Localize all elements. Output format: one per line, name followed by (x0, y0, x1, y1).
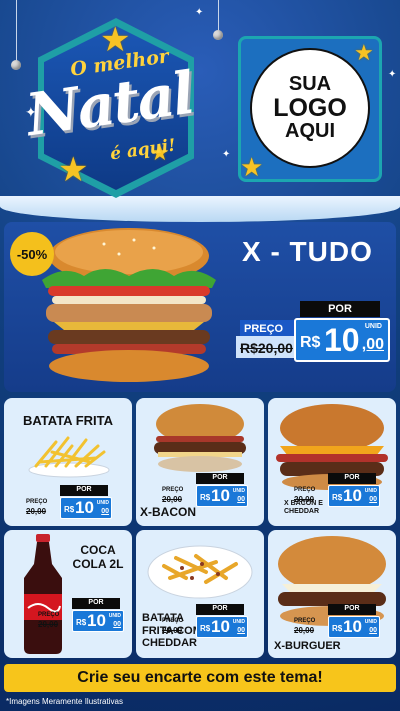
product-unit: UNID (232, 619, 245, 625)
product-price-dec: 00 (369, 496, 377, 503)
product-por-label: POR (196, 604, 244, 615)
product-por-label: POR (60, 485, 108, 496)
product-price: R$ 10 00 UNID (328, 485, 380, 507)
product-currency: R$ (332, 624, 343, 633)
product-currency: R$ (64, 505, 75, 514)
sparkle-icon: ✦ (195, 7, 204, 18)
product-unit: UNID (364, 488, 377, 494)
snow-border (0, 196, 400, 222)
product-preco-label: PREÇO (38, 612, 60, 618)
sparkle-icon: ✦ (222, 149, 231, 160)
logo-text-line3: AQUI (285, 120, 335, 143)
featured-price-int: 10 (324, 322, 360, 358)
product-unit: UNID (108, 613, 121, 619)
product-old-price: 20,00 (162, 495, 183, 504)
product-price-int: 10 (87, 611, 106, 630)
product-currency: R$ (200, 624, 211, 633)
star-icon: ★ (354, 40, 374, 65)
product-currency: R$ (200, 493, 211, 502)
logo-text-line1: SUA (288, 72, 332, 95)
featured-old-price: R$20,00 (240, 340, 293, 356)
product-price-dec: 00 (101, 508, 109, 515)
star-icon: ★ (58, 151, 89, 189)
cta-banner[interactable]: Crie seu encarte com este tema! (4, 664, 396, 692)
product-old-price: 20,00 (294, 495, 315, 504)
disclaimer: *Imagens Meramente Ilustrativas (6, 697, 123, 706)
featured-currency: R$ (300, 334, 321, 351)
product-old-price: 20,00 (38, 620, 59, 629)
logo-text-line2: LOGO (273, 93, 347, 122)
product-name: BATATA FRITA (22, 413, 113, 428)
product-name: X-BURGUER (274, 640, 341, 652)
product-price: R$ 10 00 UNID (328, 616, 380, 638)
ornament-string (16, 0, 17, 62)
product-price-int: 10 (343, 486, 362, 505)
product-name: X-BACON (140, 505, 196, 519)
featured-product-name: X - TUDO (242, 236, 373, 267)
product-unit: UNID (96, 500, 109, 506)
product-price-int: 10 (343, 617, 362, 636)
product-por-label: POR (328, 604, 376, 615)
product-preco-label: PREÇO (26, 499, 48, 505)
featured-unit: UNID (364, 323, 382, 330)
product-price-int: 10 (75, 498, 94, 517)
featured-price-dec: ,00 (361, 336, 384, 353)
fries-image (28, 436, 110, 478)
star-icon: ★ (240, 152, 264, 182)
ornament-string (218, 0, 219, 32)
coca-cola-bottle-image (24, 534, 62, 654)
product-preco-label: PREÇO (162, 618, 184, 624)
product-preco-label: PREÇO (294, 487, 316, 493)
product-unit: UNID (364, 619, 377, 625)
product-currency: R$ (332, 493, 343, 502)
flyer: ✦ ✦ ✦ ✦ ★ ★ ★ O melhor Natal é aqui! SUA… (0, 0, 400, 711)
sparkle-icon: ✦ (388, 69, 397, 80)
product-preco-label: PREÇO (294, 618, 316, 624)
fries-cheddar-image (147, 545, 253, 599)
product-price-int: 10 (211, 486, 230, 505)
product-old-price: 20,00 (162, 626, 183, 635)
product-price: R$ 10 00 UNID (196, 616, 248, 638)
product-price-int: 10 (211, 617, 230, 636)
discount-badge: -50% (10, 232, 54, 276)
product-price-dec: 00 (237, 496, 245, 503)
product-old-price: 20,00 (294, 626, 315, 635)
product-por-label: POR (196, 473, 244, 484)
featured-price: R$ 10 ,00 UNID (294, 318, 390, 362)
product-old-price: 20,00 (26, 507, 47, 516)
product-por-label: POR (72, 598, 120, 609)
product-price-dec: 00 (369, 627, 377, 634)
product-price-dec: 00 (113, 621, 121, 628)
featured-por-label: POR (300, 301, 380, 317)
burger-image (42, 228, 216, 382)
product-currency: R$ (76, 618, 87, 627)
logo-placeholder[interactable]: SUA LOGO AQUI (250, 48, 370, 168)
product-preco-label: PREÇO (162, 487, 184, 493)
product-name: COCA COLA 2L (72, 543, 124, 571)
product-price: R$ 10 00 UNID (196, 485, 248, 507)
ornament-icon (11, 60, 21, 70)
x-bacon-image (154, 404, 246, 472)
product-unit: UNID (232, 488, 245, 494)
product-price: R$ 10 00 UNID (60, 497, 112, 519)
product-por-label: POR (328, 473, 376, 484)
ornament-icon (213, 30, 223, 40)
product-price: R$ 10 00 UNID (72, 610, 124, 632)
product-price-dec: 00 (237, 627, 245, 634)
